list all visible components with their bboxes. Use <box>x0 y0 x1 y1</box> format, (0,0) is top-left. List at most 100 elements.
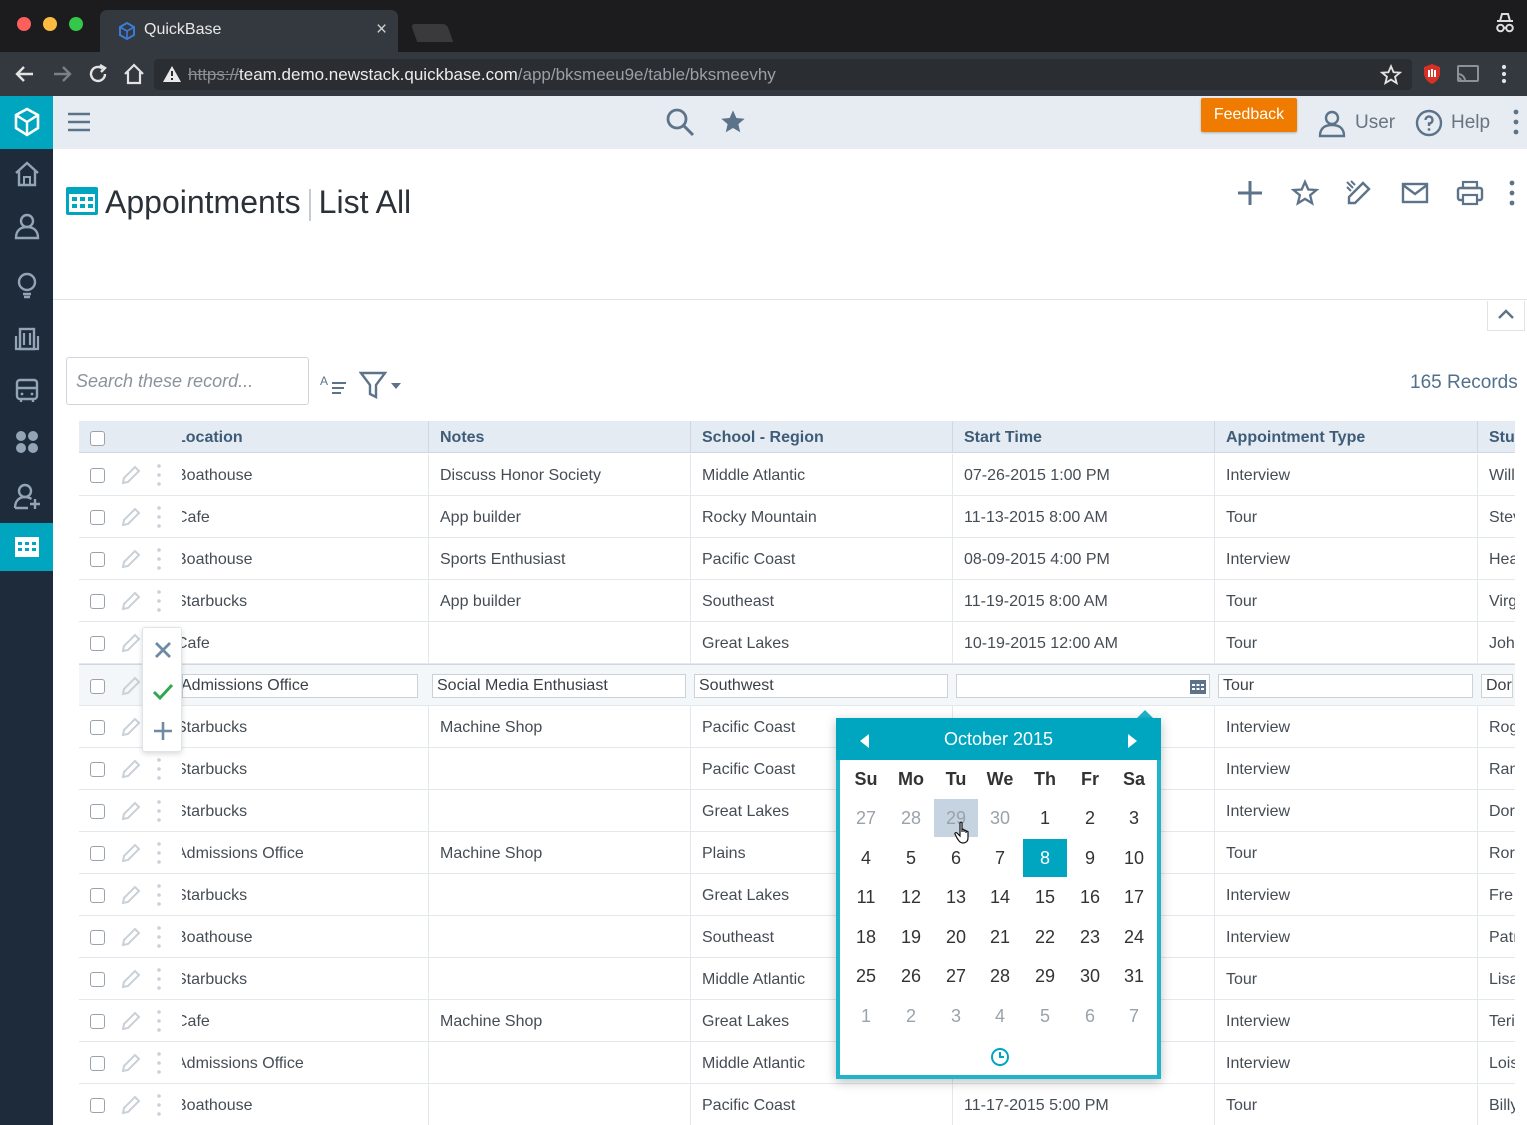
edit-row-pencil-icon[interactable] <box>119 589 143 613</box>
row-checkbox[interactable] <box>90 679 105 694</box>
edit-row-pencil-icon[interactable] <box>119 841 143 865</box>
rail-users-icon[interactable] <box>0 202 53 250</box>
row-checkbox[interactable] <box>90 762 105 777</box>
datepicker-month-label[interactable]: October 2015 <box>944 729 1053 749</box>
table-row[interactable]: Boathouse Discuss Honor Society Middle Atl… <box>79 454 1515 496</box>
calendar-day[interactable]: 28 <box>978 957 1022 995</box>
notes-cell[interactable] <box>428 916 690 958</box>
notes-cell[interactable] <box>428 748 690 790</box>
add-row-plus-icon[interactable] <box>151 719 175 743</box>
row-checkbox[interactable] <box>90 846 105 861</box>
location-cell[interactable]: Boathouse <box>182 916 428 958</box>
appointment-type-cell[interactable]: Interview <box>1214 538 1477 580</box>
calendar-day[interactable]: 15 <box>1023 878 1067 916</box>
location-cell[interactable]: Boathouse <box>182 454 428 496</box>
appointment-type-cell[interactable]: Interview <box>1214 916 1477 958</box>
notes-cell[interactable]: Machine Shop <box>428 706 690 748</box>
location-cell[interactable]: Admissions Office <box>182 832 428 874</box>
row-checkbox[interactable] <box>90 1056 105 1071</box>
table-row[interactable]: Admissions Office Middle Atlantic Intervie… <box>79 1042 1515 1084</box>
location-cell[interactable]: Admissions Office <box>182 1042 428 1084</box>
location-cell[interactable]: Starbucks <box>182 706 428 748</box>
search-records-input[interactable]: Search these record... <box>66 357 309 405</box>
time-picker-clock-icon[interactable] <box>990 1047 1010 1067</box>
calendar-day[interactable]: 7 <box>978 839 1022 877</box>
notes-cell[interactable]: Sports Enthusiast <box>428 538 690 580</box>
appointment-type-cell[interactable]: Interview <box>1214 1042 1477 1084</box>
student-cell[interactable]: Teri <box>1477 1000 1515 1042</box>
start-time-cell[interactable]: 07-26-2015 1:00 PM <box>952 454 1214 496</box>
calendar-day[interactable]: 16 <box>1068 878 1112 916</box>
notes-cell[interactable] <box>428 1084 690 1125</box>
row-menu-icon[interactable] <box>156 967 162 993</box>
home-icon[interactable] <box>122 62 146 86</box>
filter-icon[interactable] <box>359 370 405 400</box>
add-record-icon[interactable] <box>1236 179 1264 207</box>
column-header-notes[interactable]: Notes <box>428 421 690 453</box>
edit-row-pencil-icon[interactable] <box>119 799 143 823</box>
student-cell[interactable]: Lois <box>1477 1042 1515 1084</box>
tab-close-icon[interactable]: × <box>376 19 387 41</box>
row-checkbox[interactable] <box>90 804 105 819</box>
row-checkbox[interactable] <box>90 1098 105 1113</box>
row-menu-icon[interactable] <box>156 547 162 573</box>
calendar-day[interactable]: 26 <box>889 957 933 995</box>
region-cell[interactable]: Great Lakes <box>690 622 952 664</box>
select-all-checkbox[interactable] <box>90 431 105 446</box>
start-time-cell[interactable]: 11-19-2015 8:00 AM <box>952 580 1214 622</box>
previous-month-icon[interactable] <box>860 734 869 748</box>
calendar-day[interactable]: 9 <box>1068 839 1112 877</box>
notes-cell[interactable]: App builder <box>428 580 690 622</box>
region-cell[interactable]: Pacific Coast <box>690 538 952 580</box>
start-time-cell[interactable]: 11-17-2015 5:00 PM <box>952 1084 1214 1125</box>
row-menu-icon[interactable] <box>156 589 162 615</box>
table-row-editing[interactable]: Admissions Office Social Media Enthusiast… <box>79 664 1515 706</box>
calendar-day[interactable]: 4 <box>844 839 888 877</box>
column-header-student[interactable]: Student <box>1477 421 1515 453</box>
table-row[interactable]: Boathouse Southeast Interview Patı <box>79 916 1515 958</box>
row-menu-icon[interactable] <box>156 1051 162 1077</box>
edit-row-pencil-icon[interactable] <box>119 1009 143 1033</box>
calendar-day[interactable]: 2 <box>1068 799 1112 837</box>
start-time-cell[interactable]: 08-09-2015 4:00 PM <box>952 538 1214 580</box>
location-cell[interactable]: Starbucks <box>182 748 428 790</box>
row-checkbox[interactable] <box>90 888 105 903</box>
browser-tab[interactable]: QuickBase × <box>100 10 398 52</box>
region-cell[interactable]: Pacific Coast <box>690 1084 952 1125</box>
student-cell[interactable]: Stev <box>1477 496 1515 538</box>
location-cell[interactable]: Starbucks <box>182 874 428 916</box>
appointment-type-cell[interactable]: Interview <box>1214 1000 1477 1042</box>
rail-apps-icon[interactable] <box>0 418 53 466</box>
row-menu-icon[interactable] <box>156 799 162 825</box>
notes-cell[interactable] <box>428 622 690 664</box>
edit-row-pencil-icon[interactable] <box>119 505 143 529</box>
location-input[interactable]: Admissions Office <box>182 674 418 698</box>
table-row[interactable]: StarbucksPacific CoastInterviewRan <box>79 748 1515 790</box>
appointment-type-cell[interactable]: Interview <box>1214 748 1477 790</box>
calendar-day[interactable]: 6 <box>1068 997 1112 1035</box>
browser-menu-icon[interactable] <box>1497 62 1511 86</box>
appointment-type-cell[interactable]: Interview <box>1214 706 1477 748</box>
window-minimize-button[interactable] <box>43 17 57 31</box>
notes-cell[interactable] <box>428 874 690 916</box>
back-icon[interactable] <box>13 62 37 86</box>
table-row[interactable]: Admissions Office Machine Shop Plains Tour R… <box>79 832 1515 874</box>
calendar-day-selected[interactable]: 8 <box>1023 838 1067 877</box>
rail-lightbulb-icon[interactable] <box>0 261 53 309</box>
student-cell[interactable]: Dor <box>1477 790 1515 832</box>
row-menu-icon[interactable] <box>156 757 162 783</box>
region-cell[interactable]: Middle Atlantic <box>690 454 952 496</box>
column-header-appointment-type[interactable]: Appointment Type <box>1214 421 1477 453</box>
start-time-cell[interactable]: 10-19-2015 12:00 AM <box>952 622 1214 664</box>
appointment-type-cell[interactable]: Interview <box>1214 454 1477 496</box>
column-header-start-time[interactable]: Start Time <box>952 421 1214 453</box>
calendar-day[interactable]: 21 <box>978 918 1022 956</box>
row-checkbox[interactable] <box>90 1014 105 1029</box>
edit-row-pencil-icon[interactable] <box>119 1051 143 1075</box>
more-options-icon[interactable] <box>1511 108 1521 138</box>
table-row[interactable]: Starbucks Great Lakes Interview Dor <box>79 790 1515 832</box>
calendar-day[interactable]: 13 <box>934 878 978 916</box>
region-input[interactable]: Southwest <box>694 674 948 698</box>
quickbase-logo-icon[interactable] <box>0 96 53 149</box>
rail-home-icon[interactable] <box>0 150 53 198</box>
